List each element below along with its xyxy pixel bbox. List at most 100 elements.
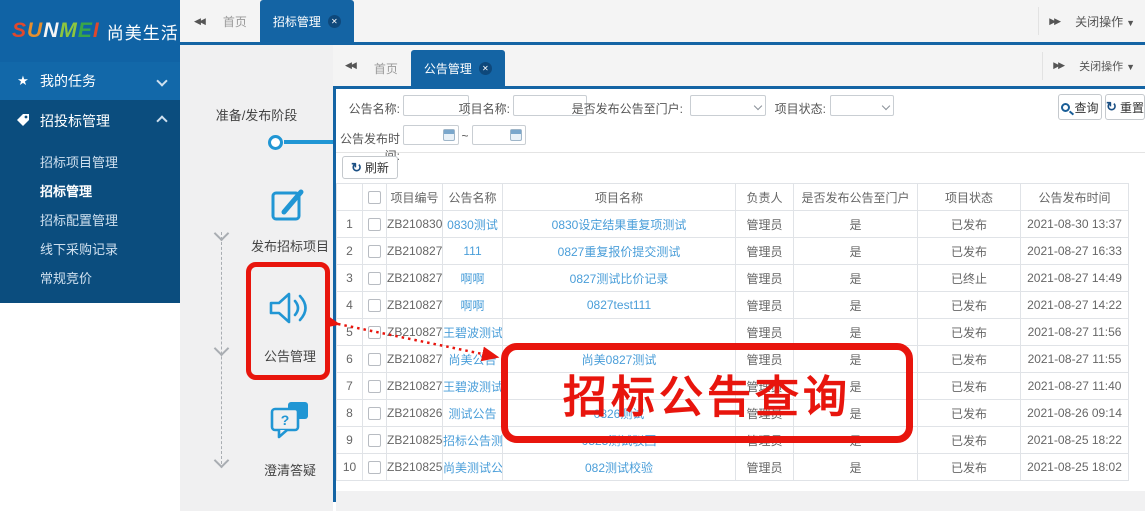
cell-project-name[interactable]: 0827重复报价提交测试 xyxy=(503,238,736,265)
cell-project-name[interactable]: 0827test111 xyxy=(503,292,736,319)
tab-operations: ▶▶ 关闭操作▼ xyxy=(1038,7,1145,35)
cell-status: 已发布 xyxy=(918,211,1021,238)
refresh-button[interactable]: ↻刷新 xyxy=(342,156,398,179)
row-checkbox[interactable] xyxy=(368,218,381,231)
row-checkbox[interactable] xyxy=(363,265,387,292)
chevron-down-icon xyxy=(754,102,762,110)
inner-tab-home[interactable]: 首页 xyxy=(361,50,411,86)
project-name-label: 项目名称: xyxy=(450,100,510,117)
annotation-text: 招标公告查询 xyxy=(563,361,851,425)
header-owner: 负责人 xyxy=(736,184,794,211)
cell-announcement-name[interactable]: 尚美测试公告08... xyxy=(443,454,503,481)
cell-owner: 管理员 xyxy=(736,454,794,481)
row-checkbox[interactable] xyxy=(368,461,381,474)
tab-bid-management[interactable]: 招标管理 ✕ xyxy=(260,0,354,42)
scroll-tabs-right-icon[interactable]: ▶▶ xyxy=(1053,60,1063,71)
sidebar-section-bid-management[interactable]: 招投标管理 xyxy=(0,100,180,142)
row-checkbox[interactable] xyxy=(368,245,381,258)
row-index: 10 xyxy=(337,454,363,481)
step-publish-project-icon[interactable] xyxy=(270,185,310,228)
cell-publish-time: 2021-08-26 09:14 xyxy=(1021,400,1129,427)
cell-project-code: ZB210827008 xyxy=(387,238,443,265)
cell-status: 已发布 xyxy=(918,454,1021,481)
caret-down-icon: ▼ xyxy=(1126,18,1135,28)
cell-publish-time: 2021-08-25 18:02 xyxy=(1021,454,1129,481)
query-button[interactable]: 查询 xyxy=(1058,94,1102,120)
close-tab-icon[interactable]: ✕ xyxy=(328,15,341,28)
scroll-tabs-right-icon[interactable]: ▶▶ xyxy=(1049,16,1059,27)
close-tab-icon[interactable]: ✕ xyxy=(479,62,492,75)
scroll-tabs-left-icon[interactable]: ◀◀ xyxy=(194,16,204,27)
cell-project-name[interactable]: 0827测试比价记录 xyxy=(503,265,736,292)
search-panel: 公告名称: 项目名称: 是否发布公告至门户: 项目状态: 公告发布时间: ~ 查… xyxy=(336,89,1145,153)
cell-project-name[interactable]: 082测试校验 xyxy=(503,454,736,481)
stepper-progress-node xyxy=(268,135,283,150)
cell-project-code: ZB210827001 xyxy=(387,373,443,400)
cell-announcement-name[interactable]: 测试公告 xyxy=(443,400,503,427)
row-checkbox[interactable] xyxy=(363,238,387,265)
sidebar-item-regular-bidding[interactable]: 常规竞价 xyxy=(0,264,180,293)
cell-project-name[interactable] xyxy=(503,319,736,346)
scroll-tabs-left-icon[interactable]: ◀◀ xyxy=(345,60,355,71)
chevron-down-icon xyxy=(882,102,890,110)
cell-announcement-name[interactable]: 啊啊 xyxy=(443,265,503,292)
sidebar-item-bid-mgmt[interactable]: 招标管理 xyxy=(0,177,180,206)
close-operations-dropdown[interactable]: 关闭操作▼ xyxy=(1079,58,1135,74)
step-clarification-icon[interactable]: ? xyxy=(269,400,311,447)
close-operations-dropdown[interactable]: 关闭操作▼ xyxy=(1075,13,1135,30)
cell-announcement-name[interactable]: 王碧波测试 xyxy=(443,373,503,400)
publish-time-start-input[interactable] xyxy=(403,125,459,145)
cell-status: 已发布 xyxy=(918,238,1021,265)
panel-left-border xyxy=(333,89,336,502)
sidebar-item-bid-project-mgmt[interactable]: 招标项目管理 xyxy=(0,148,180,177)
svg-text:?: ? xyxy=(281,412,290,428)
row-checkbox[interactable] xyxy=(368,434,381,447)
cell-announcement-name[interactable]: 招标公告测试 xyxy=(443,427,503,454)
table-row: 10ZB210825006尚美测试公告08...082测试校验管理员是已发布20… xyxy=(337,454,1129,481)
refresh-icon: ↻ xyxy=(351,160,362,176)
sidebar-item-bid-config-mgmt[interactable]: 招标配置管理 xyxy=(0,206,180,235)
project-status-select[interactable] xyxy=(830,95,894,116)
row-checkbox[interactable] xyxy=(368,380,381,393)
tab-home[interactable]: 首页 xyxy=(210,0,260,42)
cell-project-name[interactable]: 0830设定结果重复项测试 xyxy=(503,211,736,238)
row-checkbox[interactable] xyxy=(363,400,387,427)
inner-tab-announcement-management[interactable]: 公告管理 ✕ xyxy=(411,50,505,86)
row-checkbox[interactable] xyxy=(363,454,387,481)
question-icon: ? xyxy=(269,429,311,446)
sidebar-item-offline-purchase[interactable]: 线下采购记录 xyxy=(0,235,180,264)
cell-announcement-name[interactable]: 0830测试 xyxy=(443,211,503,238)
inner-tabbar: ◀◀ 首页 公告管理 ✕ ▶▶ 关闭操作▼ xyxy=(333,45,1145,89)
row-checkbox[interactable] xyxy=(363,427,387,454)
row-index: 2 xyxy=(337,238,363,265)
row-index: 9 xyxy=(337,427,363,454)
cell-status: 已终止 xyxy=(918,265,1021,292)
header-project-name: 项目名称 xyxy=(503,184,736,211)
calendar-icon[interactable] xyxy=(510,129,522,141)
stepper-panel: 准备/发布阶段 发布招标项目 xyxy=(180,45,333,511)
publish-time-end-input[interactable] xyxy=(472,125,526,145)
inner-tab-operations: ▶▶ 关闭操作▼ xyxy=(1042,52,1145,80)
row-checkbox[interactable] xyxy=(363,373,387,400)
table-row: 3ZB210827007啊啊0827测试比价记录管理员是已终止2021-08-2… xyxy=(337,265,1129,292)
calendar-icon[interactable] xyxy=(443,129,455,141)
step-announcement-icon[interactable] xyxy=(267,288,313,333)
header-index xyxy=(337,184,363,211)
search-icon xyxy=(1061,103,1070,112)
table-footer-strip xyxy=(336,491,1145,511)
publish-portal-select[interactable] xyxy=(690,95,766,116)
row-checkbox[interactable] xyxy=(368,299,381,312)
row-checkbox[interactable] xyxy=(363,211,387,238)
sidebar-item-my-tasks[interactable]: ★ 我的任务 xyxy=(0,62,180,100)
row-checkbox[interactable] xyxy=(368,272,381,285)
cell-owner: 管理员 xyxy=(736,211,794,238)
row-checkbox[interactable] xyxy=(368,407,381,420)
select-all-checkbox[interactable] xyxy=(368,191,381,204)
cell-owner: 管理员 xyxy=(736,292,794,319)
cell-publish-time: 2021-08-27 11:56 xyxy=(1021,319,1129,346)
header-announcement-name: 公告名称 xyxy=(443,184,503,211)
cell-owner: 管理员 xyxy=(736,319,794,346)
sidebar: SUNMEI 尚美生活 ★ 我的任务 招投标管理 招标项目管理 招标管理 招标配… xyxy=(0,0,180,303)
reset-button[interactable]: ↻重置 xyxy=(1105,94,1145,120)
cell-announcement-name[interactable]: 111 xyxy=(443,238,503,265)
